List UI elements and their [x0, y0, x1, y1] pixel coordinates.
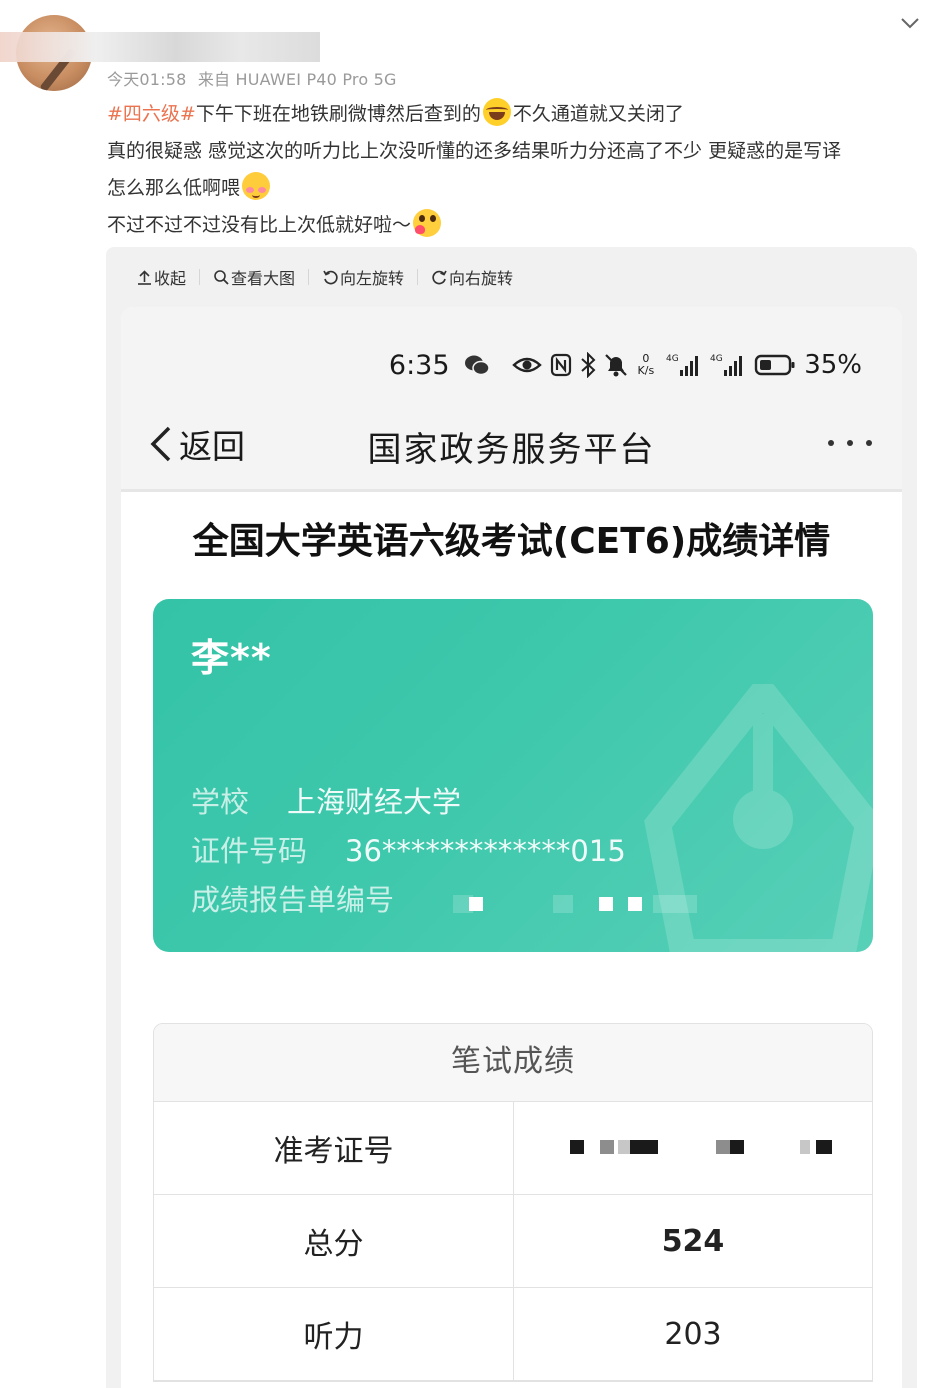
signal-icon: 4G [710, 354, 743, 376]
rotate-right-icon [432, 270, 447, 284]
report-number-row: 成绩报告单编号 [191, 877, 394, 919]
score-table-header: 笔试成绩 [154, 1024, 872, 1102]
post-line-4: 不过不过不过没有比上次低就好啦～ [107, 207, 927, 244]
total-score-label: 总分 [303, 1227, 364, 1262]
post-line-3: 怎么那么低啊喂 [107, 170, 927, 207]
rotate-left-button[interactable]: 向左旋转 [322, 265, 404, 289]
table-row: 听力 203 [154, 1288, 872, 1381]
report-number-label: 成绩报告单编号 [191, 883, 395, 917]
school-row: 学校 上海财经大学 [191, 779, 461, 821]
post-time: 今天01:58 [107, 70, 187, 89]
candidate-info-card: 李** 学校 上海财经大学 证件号码 36*************015 成绩报告… [153, 599, 873, 952]
kiss-emoji-icon [413, 209, 442, 237]
bluetooth-icon [580, 352, 595, 378]
post-text-1a: 下午下班在地铁刷微博然后查到的 [195, 103, 481, 125]
battery-percent: 35% [804, 350, 862, 380]
admission-number-value [513, 1102, 872, 1194]
admission-number-redacted [514, 1133, 872, 1163]
status-time: 6:35 [388, 349, 450, 381]
post-source[interactable]: 来自 HUAWEI P40 Pro 5G [198, 70, 397, 89]
post-line-1: #四六级#下午下班在地铁刷微博然后查到的 不久通道就又关闭了 [107, 96, 927, 133]
listening-score-label: 听力 [303, 1320, 364, 1355]
collapse-icon [138, 269, 151, 285]
view-large-label: 查看大图 [231, 269, 296, 288]
eye-icon [511, 357, 542, 373]
battery-icon [755, 354, 795, 376]
chevron-down-icon[interactable] [899, 12, 921, 34]
svg-text:4G: 4G [666, 354, 679, 364]
app-bar-divider [121, 489, 902, 492]
rotate-right-button[interactable]: 向右旋转 [431, 265, 513, 289]
app-title: 国家政务服务平台 [367, 430, 656, 470]
post-text-1b: 不久通道就又关闭了 [512, 103, 684, 125]
post-text-4: 不过不过不过没有比上次低就好啦～ [107, 214, 412, 236]
listening-score-value: 203 [513, 1288, 872, 1380]
rotate-left-label: 向左旋转 [340, 269, 405, 288]
post-body: #四六级#下午下班在地铁刷微博然后查到的 不久通道就又关闭了 真的很疑惑 感觉这次… [107, 96, 927, 244]
signal-icon: 4G [666, 354, 699, 376]
nfc-icon [550, 353, 571, 377]
table-row: 准考证号 [154, 1102, 872, 1195]
id-label: 证件号码 [191, 834, 308, 868]
status-bar: 6:35 0 K/s 4G 4G 35% [389, 347, 862, 383]
net-speed-unit: K/s [637, 364, 655, 377]
page-title: 全国大学英语六级考试(CET6)成绩详情 [192, 521, 831, 562]
rotate-right-label: 向右旋转 [449, 269, 514, 288]
rotate-left-icon [323, 270, 338, 284]
viewer-toolbar: 收起 查看大图 向左旋转 向右旋转 [136, 265, 513, 289]
phone-header: 6:35 0 K/s 4G 4G 35% 返回 国家政务服务平台 [121, 307, 902, 491]
written-score-table: 笔试成绩 准考证号 总分 524 听力 203 [153, 1023, 873, 1382]
post-text-3: 怎么那么低啊喂 [107, 177, 241, 199]
username-redacted [0, 32, 320, 62]
post-meta: 今天01:58 来自 HUAWEI P40 Pro 5G [107, 66, 403, 90]
hashtag-link[interactable]: #四六级# [107, 103, 196, 125]
shy-emoji-icon [242, 172, 271, 200]
school-value: 上海财经大学 [287, 785, 462, 819]
collapse-button[interactable]: 收起 [136, 265, 186, 289]
report-number-redacted [453, 889, 703, 915]
net-speed: 0 K/s [638, 353, 655, 377]
id-row: 证件号码 36*************015 [191, 828, 626, 870]
wechat-icon [464, 355, 490, 376]
table-row: 总分 524 [154, 1195, 872, 1288]
collapse-label: 收起 [154, 269, 187, 288]
toolbar-divider [308, 269, 310, 285]
more-icon[interactable] [828, 440, 872, 446]
view-large-button[interactable]: 查看大图 [213, 265, 295, 289]
toolbar-divider [417, 269, 419, 285]
candidate-name: 李** [191, 636, 272, 680]
post-line-2: 真的很疑惑 感觉这次的听力比上次没听懂的还多结果听力分还高了不少 更疑惑的是写译 [107, 140, 842, 162]
school-label: 学校 [191, 785, 250, 819]
app-bar: 返回 国家政务服务平台 [121, 412, 902, 474]
magnifier-icon [214, 269, 229, 285]
svg-text:4G: 4G [710, 354, 723, 364]
toolbar-divider [199, 269, 201, 285]
phone-screenshot[interactable]: 6:35 0 K/s 4G 4G 35% 返回 国家政务服务平台 全国大学英语六级… [121, 307, 902, 1388]
laugh-emoji-icon [482, 98, 511, 126]
mute-icon [604, 354, 627, 377]
total-score-value: 524 [513, 1195, 872, 1287]
admission-number-label: 准考证号 [273, 1134, 394, 1169]
id-value: 36*************015 [345, 834, 626, 868]
